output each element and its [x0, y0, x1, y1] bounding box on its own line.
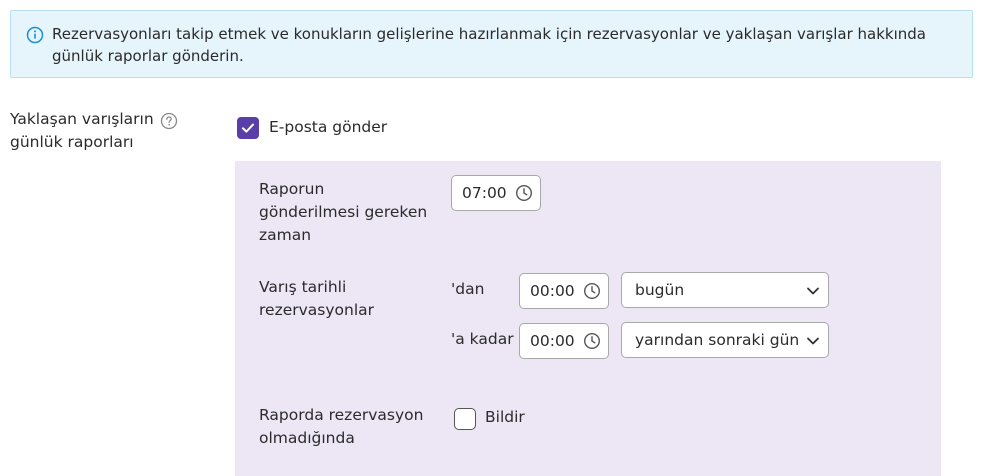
from-prefix: 'dan — [451, 280, 485, 298]
question-circle-icon[interactable] — [160, 112, 178, 130]
from-day-select[interactable]: bugün — [621, 272, 829, 308]
send-time-value: 07:00 — [462, 184, 507, 202]
info-banner: Rezervasyonları takip etmek ve konukları… — [10, 10, 973, 78]
to-day-value: yarından sonraki gün — [635, 331, 800, 349]
send-time-input[interactable]: 07:00 — [451, 175, 541, 211]
arrival-date-label: Varış tarihli rezervasyonlar — [259, 278, 375, 319]
send-email-checkbox[interactable] — [237, 117, 259, 139]
to-prefix: 'a kadar — [451, 330, 514, 348]
send-email-label[interactable]: E-posta gönder — [269, 116, 387, 139]
daily-reports-label: Yaklaşan varışların günlük raporları — [10, 110, 154, 151]
chevron-down-icon — [807, 337, 819, 345]
clock-icon — [583, 332, 601, 350]
chevron-down-icon — [807, 287, 819, 295]
notify-checkbox[interactable] — [454, 408, 476, 430]
from-time-input[interactable]: 00:00 — [519, 273, 609, 309]
from-day-value: bugün — [635, 281, 685, 299]
to-day-select[interactable]: yarından sonraki gün — [621, 322, 829, 358]
from-time-value: 00:00 — [530, 282, 575, 300]
to-time-input[interactable]: 00:00 — [519, 323, 609, 359]
info-circle-icon — [26, 26, 44, 44]
no-reservations-label: Raporda rezervasyon olmadığında — [259, 406, 424, 447]
send-time-label: Raporun gönderilmesi gereken zaman — [259, 180, 428, 244]
info-text: Rezervasyonları takip etmek ve konukları… — [52, 25, 926, 65]
notify-label[interactable]: Bildir — [485, 406, 525, 429]
to-time-value: 00:00 — [530, 332, 575, 350]
clock-icon — [583, 282, 601, 300]
clock-icon — [515, 184, 533, 202]
checkmark-icon — [242, 123, 254, 133]
